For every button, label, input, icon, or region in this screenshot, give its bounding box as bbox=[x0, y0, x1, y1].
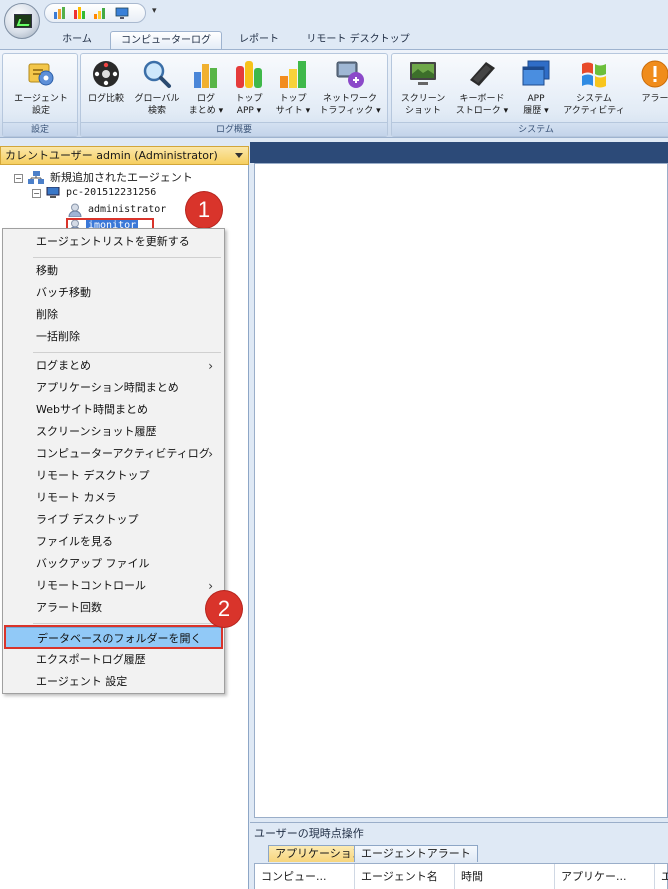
content-pane bbox=[254, 163, 668, 818]
log-compare-icon bbox=[93, 61, 119, 87]
top-site-button[interactable]: トップ サイト ▾ bbox=[271, 58, 315, 117]
current-activity-panel: ユーザーの現時点操作 アプリケーション エージェントアラート コンピュー... … bbox=[250, 822, 668, 889]
ribbon-group-settings: エージェント 設定 設定 bbox=[2, 53, 78, 137]
menu-item-batch-move[interactable]: バッチ移動 bbox=[4, 282, 223, 304]
menu-item-move[interactable]: 移動 bbox=[4, 260, 223, 282]
alert-button[interactable]: アラー bbox=[630, 58, 668, 105]
menu-item-web-time-summary[interactable]: Webサイト時間まとめ bbox=[4, 399, 223, 421]
current-user-label: カレントユーザー admin (Administrator) bbox=[5, 149, 218, 162]
global-search-button[interactable]: グローバル 検索 bbox=[129, 58, 185, 117]
tree-label-root: 新規追加されたエージェント bbox=[50, 171, 193, 184]
menu-item-alert-count[interactable]: アラート回数 bbox=[4, 597, 223, 619]
menu-separator bbox=[33, 352, 221, 353]
activity-grid: コンピュー... エージェント名 時間 アプリケー... エ bbox=[254, 863, 668, 889]
menu-item-computer-activity-log[interactable]: コンピューターアクティビティログ › bbox=[4, 443, 223, 465]
screen-icon[interactable] bbox=[115, 7, 129, 19]
submenu-arrow-icon: › bbox=[208, 447, 213, 461]
quick-access-toolbar: ▾ bbox=[0, 0, 668, 39]
menu-item-delete[interactable]: 削除 bbox=[4, 304, 223, 326]
collapse-icon[interactable]: − bbox=[32, 189, 41, 198]
tree-label-administrator: administrator bbox=[88, 204, 167, 215]
content-header-bar bbox=[250, 142, 668, 163]
ribbon-tabs: ホーム コンピューターログ レポート リモート デスクトップ bbox=[0, 30, 668, 49]
menu-item-export-log-history[interactable]: エクスポートログ履歴 bbox=[4, 649, 223, 671]
menu-item-view-files[interactable]: ファイルを見る bbox=[4, 531, 223, 553]
group-label-log-overview: ログ概要 bbox=[81, 122, 387, 136]
computer-icon bbox=[46, 187, 60, 198]
panel-title: ユーザーの現時点操作 bbox=[254, 827, 364, 840]
app-history-icon bbox=[522, 60, 550, 86]
menu-separator bbox=[33, 257, 221, 258]
menu-item-live-desktop[interactable]: ライブ デスクトップ bbox=[4, 509, 223, 531]
agent-settings-icon bbox=[28, 63, 54, 86]
current-user-dropdown[interactable]: カレントユーザー admin (Administrator) bbox=[0, 146, 249, 165]
tab-agent-alerts[interactable]: エージェントアラート bbox=[354, 845, 478, 862]
log-summary-icon bbox=[194, 64, 217, 88]
menu-item-remote-desktop[interactable]: リモート デスクトップ bbox=[4, 465, 223, 487]
keyboard-stroke-button[interactable]: キーボード ストローク ▾ bbox=[450, 58, 514, 117]
ribbon: エージェント 設定 設定 ログ比較 グローバル 検索 ログ まとめ ▾ トップ … bbox=[0, 49, 668, 138]
top-app-button[interactable]: トップ APP ▾ bbox=[227, 58, 271, 117]
screenshot-button[interactable]: スクリーン ショット bbox=[396, 58, 450, 117]
tab-remote-desktop[interactable]: リモート デスクトップ bbox=[296, 31, 420, 49]
network-traffic-button[interactable]: ネットワーク トラフィック ▾ bbox=[315, 58, 385, 117]
menu-item-backup-files[interactable]: バックアップ ファイル bbox=[4, 553, 223, 575]
menu-item-agent-settings[interactable]: エージェント 設定 bbox=[4, 671, 223, 693]
user-icon bbox=[68, 203, 82, 217]
column-header-computer[interactable]: コンピュー... bbox=[255, 864, 355, 889]
step-badge-1: 1 bbox=[186, 192, 222, 228]
quick-access-icons bbox=[44, 3, 146, 23]
app-chart-icon[interactable] bbox=[73, 7, 87, 19]
bar-chart-icon[interactable] bbox=[53, 7, 67, 19]
application-menu-button[interactable] bbox=[4, 3, 40, 39]
site-chart-icon[interactable] bbox=[93, 7, 107, 19]
tab-computer-log[interactable]: コンピューターログ bbox=[110, 31, 222, 49]
ribbon-group-system: スクリーン ショット キーボード ストローク ▾ APP 履歴 ▾ システム ア… bbox=[391, 53, 668, 137]
menu-item-remote-control[interactable]: リモートコントロール › bbox=[4, 575, 223, 597]
network-group-icon bbox=[28, 171, 44, 184]
menu-separator bbox=[33, 623, 221, 624]
tab-report[interactable]: レポート bbox=[230, 31, 288, 49]
customize-toolbar-icon[interactable]: ▾ bbox=[152, 6, 157, 16]
column-header-agent-name[interactable]: エージェント名 bbox=[355, 864, 455, 889]
column-header-extra[interactable]: エ bbox=[655, 864, 668, 889]
menu-item-refresh-agent-list[interactable]: エージェントリストを更新する bbox=[4, 231, 223, 253]
top-app-icon bbox=[236, 61, 262, 88]
windows-icon bbox=[582, 62, 606, 88]
menu-item-remote-camera[interactable]: リモート カメラ bbox=[4, 487, 223, 509]
alert-icon bbox=[641, 60, 668, 88]
system-activity-button[interactable]: システム アクティビティ bbox=[558, 58, 630, 117]
step-badge-2: 2 bbox=[206, 591, 242, 627]
log-compare-button[interactable]: ログ比較 bbox=[84, 58, 128, 105]
column-header-time[interactable]: 時間 bbox=[455, 864, 555, 889]
menu-item-app-time-summary[interactable]: アプリケーション時間まとめ bbox=[4, 377, 223, 399]
menu-item-log-summary[interactable]: ログまとめ › bbox=[4, 355, 223, 377]
top-site-icon bbox=[280, 61, 306, 88]
submenu-arrow-icon: › bbox=[208, 359, 213, 373]
tab-home[interactable]: ホーム bbox=[52, 31, 102, 49]
highlight-box-open-database-folder bbox=[4, 625, 223, 649]
global-search-icon bbox=[143, 60, 171, 88]
screenshot-icon bbox=[410, 62, 436, 85]
keyboard-icon bbox=[470, 62, 495, 86]
column-header-application[interactable]: アプリケー... bbox=[555, 864, 655, 889]
group-label-settings: 設定 bbox=[3, 122, 77, 136]
menu-item-screenshot-history[interactable]: スクリーンショット履歴 bbox=[4, 421, 223, 443]
collapse-icon[interactable]: − bbox=[14, 174, 23, 183]
menu-item-bulk-delete[interactable]: 一括削除 bbox=[4, 326, 223, 348]
agent-settings-button[interactable]: エージェント 設定 bbox=[7, 58, 75, 117]
network-traffic-icon bbox=[336, 61, 364, 88]
app-history-button[interactable]: APP 履歴 ▾ bbox=[514, 58, 558, 117]
monitor-icon bbox=[14, 14, 32, 28]
tree-label-computer: pc-201512231256 bbox=[66, 187, 157, 198]
log-summary-button[interactable]: ログ まとめ ▾ bbox=[185, 58, 227, 117]
group-label-system: システム bbox=[392, 122, 668, 136]
chevron-down-icon bbox=[235, 153, 243, 158]
ribbon-group-log-overview: ログ比較 グローバル 検索 ログ まとめ ▾ トップ APP ▾ トップ サイト… bbox=[80, 53, 388, 137]
